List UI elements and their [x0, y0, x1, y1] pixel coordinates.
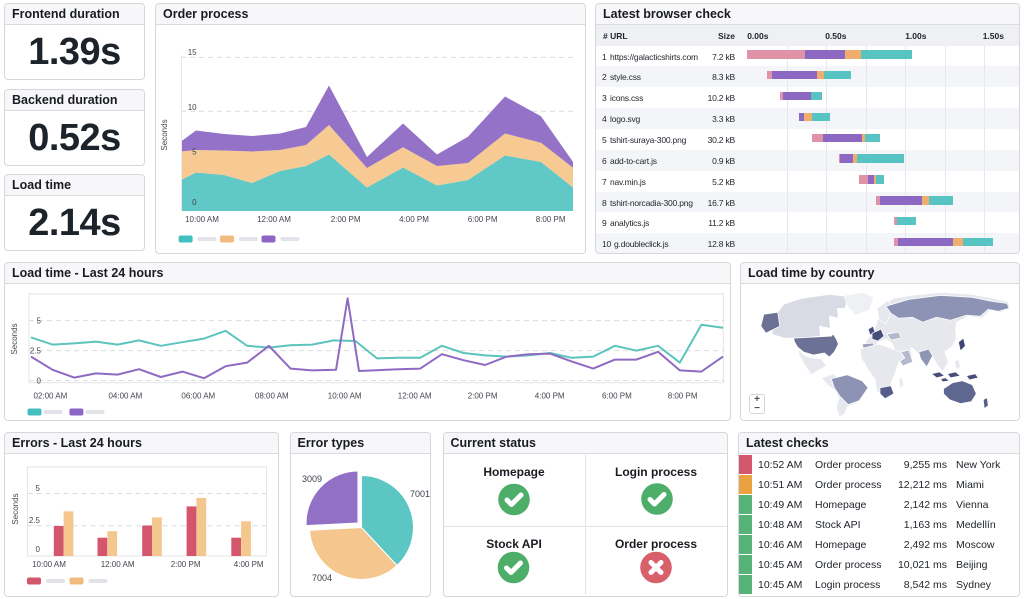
svg-text:12:00 AM: 12:00 AM	[101, 560, 135, 569]
svg-text:7001: 7001	[410, 489, 430, 499]
svg-text:4:00 PM: 4:00 PM	[535, 392, 565, 401]
svg-text:10: 10	[188, 103, 197, 112]
svg-text:2:00 PM: 2:00 PM	[468, 392, 498, 401]
svg-text:2:00 PM: 2:00 PM	[331, 215, 361, 224]
svg-text:2.5: 2.5	[30, 347, 42, 356]
svg-text:Seconds: Seconds	[10, 323, 19, 354]
svg-text:4:00 PM: 4:00 PM	[399, 215, 429, 224]
svg-text:3009: 3009	[302, 474, 322, 484]
svg-text:04:00 AM: 04:00 AM	[108, 392, 142, 401]
svg-text:8:00 PM: 8:00 PM	[536, 215, 566, 224]
svg-text:15: 15	[188, 48, 197, 57]
svg-text:6:00 PM: 6:00 PM	[602, 392, 632, 401]
svg-text:0: 0	[192, 198, 197, 207]
svg-text:02:00 AM: 02:00 AM	[33, 392, 67, 401]
svg-text:5: 5	[37, 317, 42, 326]
svg-text:8:00 PM: 8:00 PM	[668, 392, 698, 401]
svg-text:12:00 AM: 12:00 AM	[398, 392, 432, 401]
svg-text:08:00 AM: 08:00 AM	[255, 392, 289, 401]
svg-text:10:00 AM: 10:00 AM	[32, 560, 66, 569]
svg-text:06:00 AM: 06:00 AM	[181, 392, 215, 401]
svg-text:6:00 PM: 6:00 PM	[468, 215, 498, 224]
svg-text:Seconds: Seconds	[160, 119, 169, 150]
svg-text:12:00 AM: 12:00 AM	[257, 215, 291, 224]
svg-text:4:00 PM: 4:00 PM	[234, 560, 264, 569]
svg-text:10:00 AM: 10:00 AM	[185, 215, 219, 224]
svg-text:0: 0	[36, 545, 41, 554]
svg-text:5: 5	[36, 484, 41, 493]
svg-text:0: 0	[37, 377, 42, 386]
svg-text:7004: 7004	[312, 573, 332, 583]
svg-text:Seconds: Seconds	[11, 493, 20, 524]
svg-text:2.5: 2.5	[29, 516, 41, 525]
svg-text:10:00 AM: 10:00 AM	[328, 392, 362, 401]
svg-text:2:00 PM: 2:00 PM	[171, 560, 201, 569]
svg-text:5: 5	[192, 148, 197, 157]
